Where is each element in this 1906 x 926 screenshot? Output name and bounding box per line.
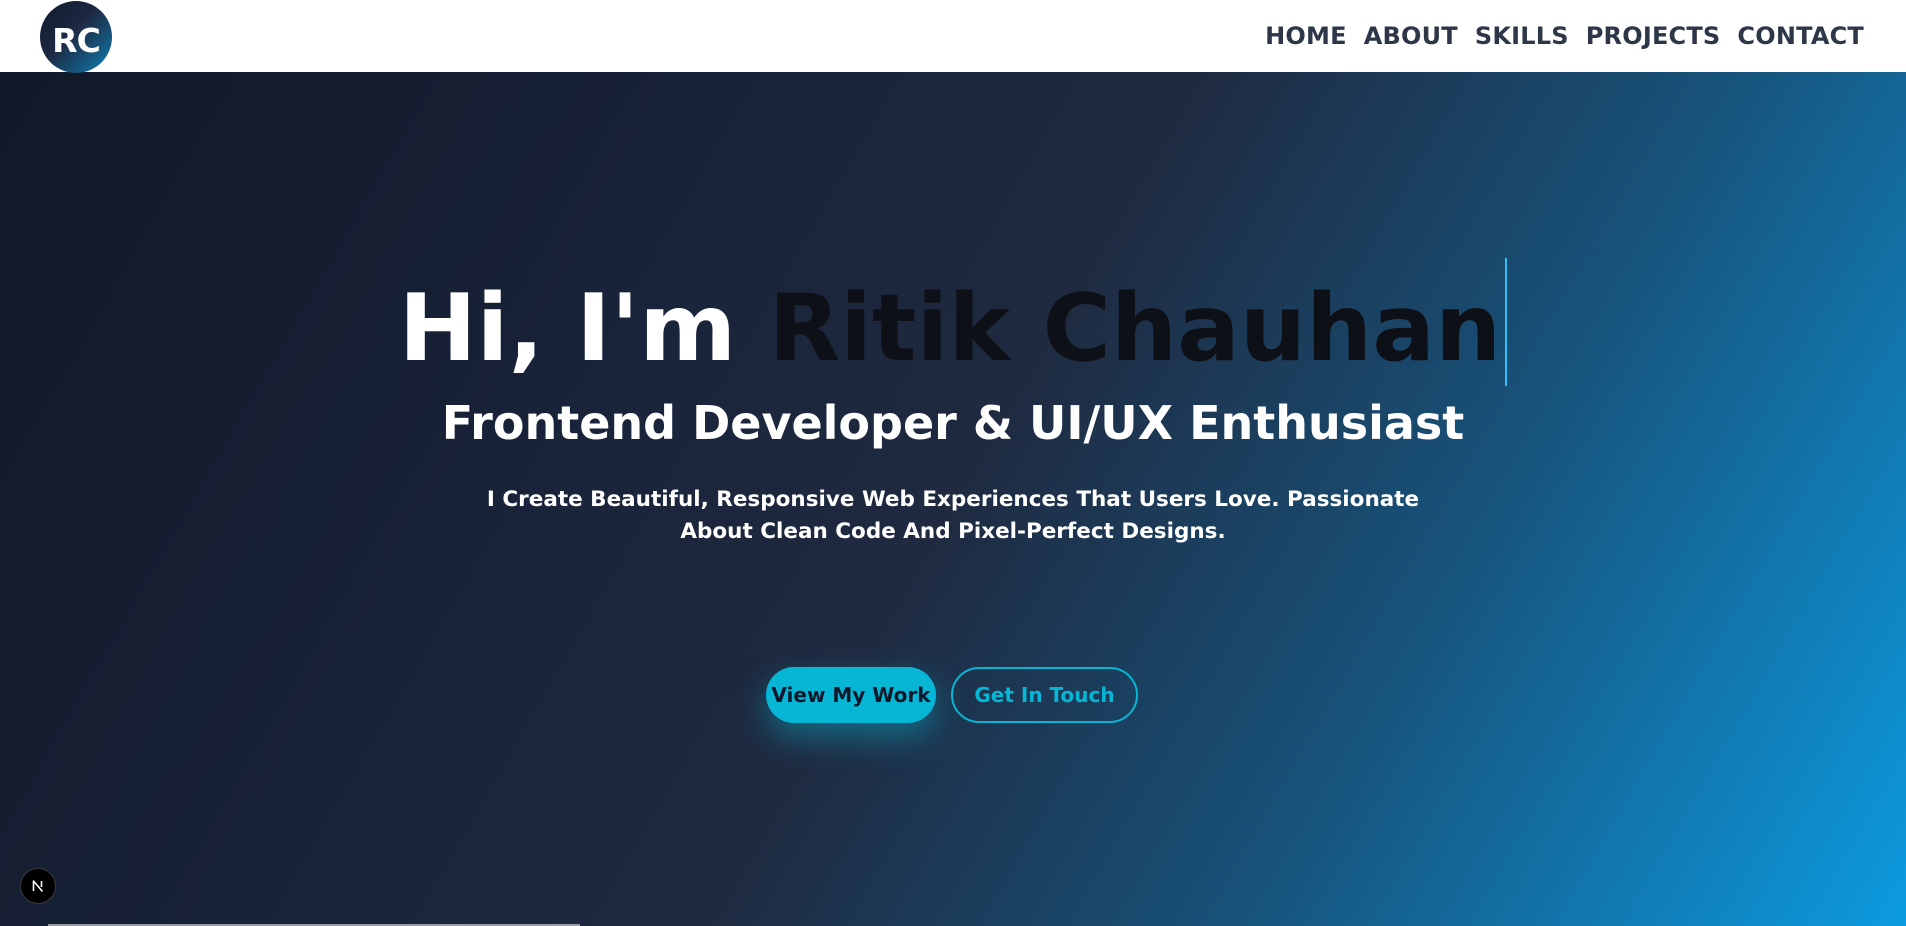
get-in-touch-button[interactable]: Get In Touch <box>951 667 1138 723</box>
typing-cursor <box>1505 258 1508 386</box>
hero-section: Hi, I'm Ritik Chauhan Frontend Developer… <box>0 72 1906 926</box>
nav-links: HOME ABOUT SKILLS PROJECTS CONTACT <box>1265 0 1864 72</box>
hero-heading: Hi, I'm Ritik Chauhan <box>0 258 1906 386</box>
nextjs-dev-indicator[interactable] <box>20 868 56 904</box>
nextjs-logo-icon <box>32 880 44 893</box>
logo-text: RC <box>52 20 101 60</box>
greeting-name: Ritik Chauhan <box>768 274 1502 382</box>
view-my-work-button[interactable]: View My Work <box>766 667 936 723</box>
nav-link-about[interactable]: ABOUT <box>1364 22 1458 50</box>
nav-link-contact[interactable]: CONTACT <box>1737 22 1864 50</box>
logo[interactable]: RC <box>40 1 112 73</box>
nav-link-projects[interactable]: PROJECTS <box>1586 22 1721 50</box>
navbar: RC HOME ABOUT SKILLS PROJECTS CONTACT <box>0 0 1906 73</box>
nav-link-home[interactable]: HOME <box>1265 22 1347 50</box>
greeting-prefix: Hi, I'm <box>398 274 769 382</box>
hero-tagline: I Create Beautiful, Responsive Web Exper… <box>486 487 1420 544</box>
hero-subtitle: Frontend Developer & UI/UX Enthusiast <box>441 396 1465 450</box>
nav-link-skills[interactable]: SKILLS <box>1475 22 1569 50</box>
view-my-work-label: View My Work <box>771 683 931 707</box>
get-in-touch-label: Get In Touch <box>974 683 1115 707</box>
